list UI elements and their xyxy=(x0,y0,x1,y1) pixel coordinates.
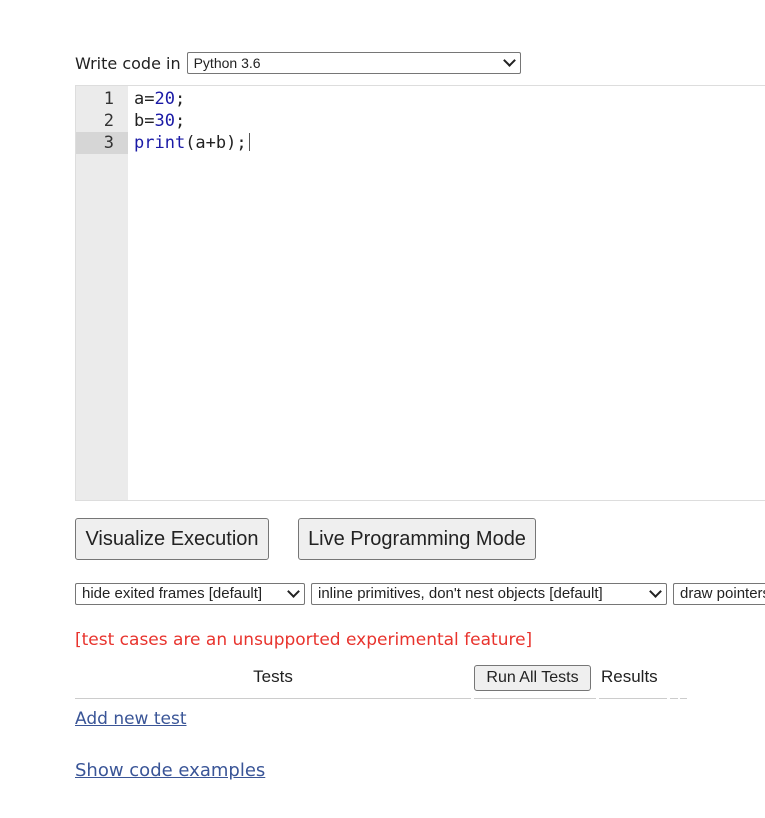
pointers-select[interactable]: draw pointers as arrows [default] xyxy=(673,583,765,605)
language-select[interactable]: Python 3.6 xyxy=(186,52,521,74)
show-code-examples-link[interactable]: Show code examples xyxy=(75,760,265,781)
code-token: a= xyxy=(134,89,155,109)
options-row: hide exited frames [default] inline prim… xyxy=(75,583,765,605)
code-number-token: 30 xyxy=(154,111,175,131)
code-token: (a+b); xyxy=(185,133,247,153)
results-column-header: Results xyxy=(601,667,658,686)
frames-select-value: hide exited frames [default] xyxy=(82,585,263,602)
code-editor[interactable]: 1 2 3 a=20; b=30; print(a+b); xyxy=(75,85,765,501)
code-line[interactable]: b=30; xyxy=(134,110,185,132)
run-all-tests-button[interactable]: Run All Tests xyxy=(474,665,591,691)
code-token: ; xyxy=(174,89,186,109)
code-line[interactable]: a=20; xyxy=(134,88,185,110)
primitives-select-value: inline primitives, don't nest objects [d… xyxy=(318,585,603,602)
visualize-execution-button[interactable]: Visualize Execution xyxy=(75,518,269,560)
live-programming-button[interactable]: Live Programming Mode xyxy=(298,518,536,560)
page: Write code in Python 3.6 1 2 3 a=20; b=3… xyxy=(0,0,765,818)
divider xyxy=(599,698,667,699)
frames-select[interactable]: hide exited frames [default] xyxy=(75,583,305,605)
line-number-gutter: 1 2 3 xyxy=(76,86,128,500)
language-select-value: Python 3.6 xyxy=(193,55,261,71)
primitives-select[interactable]: inline primitives, don't nest objects [d… xyxy=(311,583,667,605)
code-function-token: print xyxy=(134,133,186,153)
code-number-token: 20 xyxy=(154,89,175,109)
divider xyxy=(670,698,678,699)
line-number-active: 3 xyxy=(76,132,128,154)
chevron-down-icon xyxy=(287,585,300,598)
text-cursor xyxy=(248,133,250,151)
line-number: 2 xyxy=(103,111,114,131)
add-new-test-link[interactable]: Add new test xyxy=(75,709,187,729)
tests-table: Tests Run All Tests Results xyxy=(75,662,687,700)
divider xyxy=(680,698,687,699)
divider xyxy=(474,698,596,699)
language-label: Write code in xyxy=(75,53,181,73)
tests-column-header: Tests xyxy=(253,667,293,686)
code-token: b= xyxy=(134,111,155,131)
language-row: Write code in Python 3.6 xyxy=(75,52,521,74)
chevron-down-icon xyxy=(502,54,516,67)
line-number: 1 xyxy=(103,89,114,109)
divider xyxy=(75,698,471,699)
experimental-warning: [test cases are an unsupported experimen… xyxy=(75,630,533,650)
pointers-select-value: draw pointers as arrows [default] xyxy=(680,585,765,602)
code-line[interactable]: print(a+b); xyxy=(134,132,250,154)
code-token: ; xyxy=(174,111,186,131)
chevron-down-icon xyxy=(649,585,662,598)
